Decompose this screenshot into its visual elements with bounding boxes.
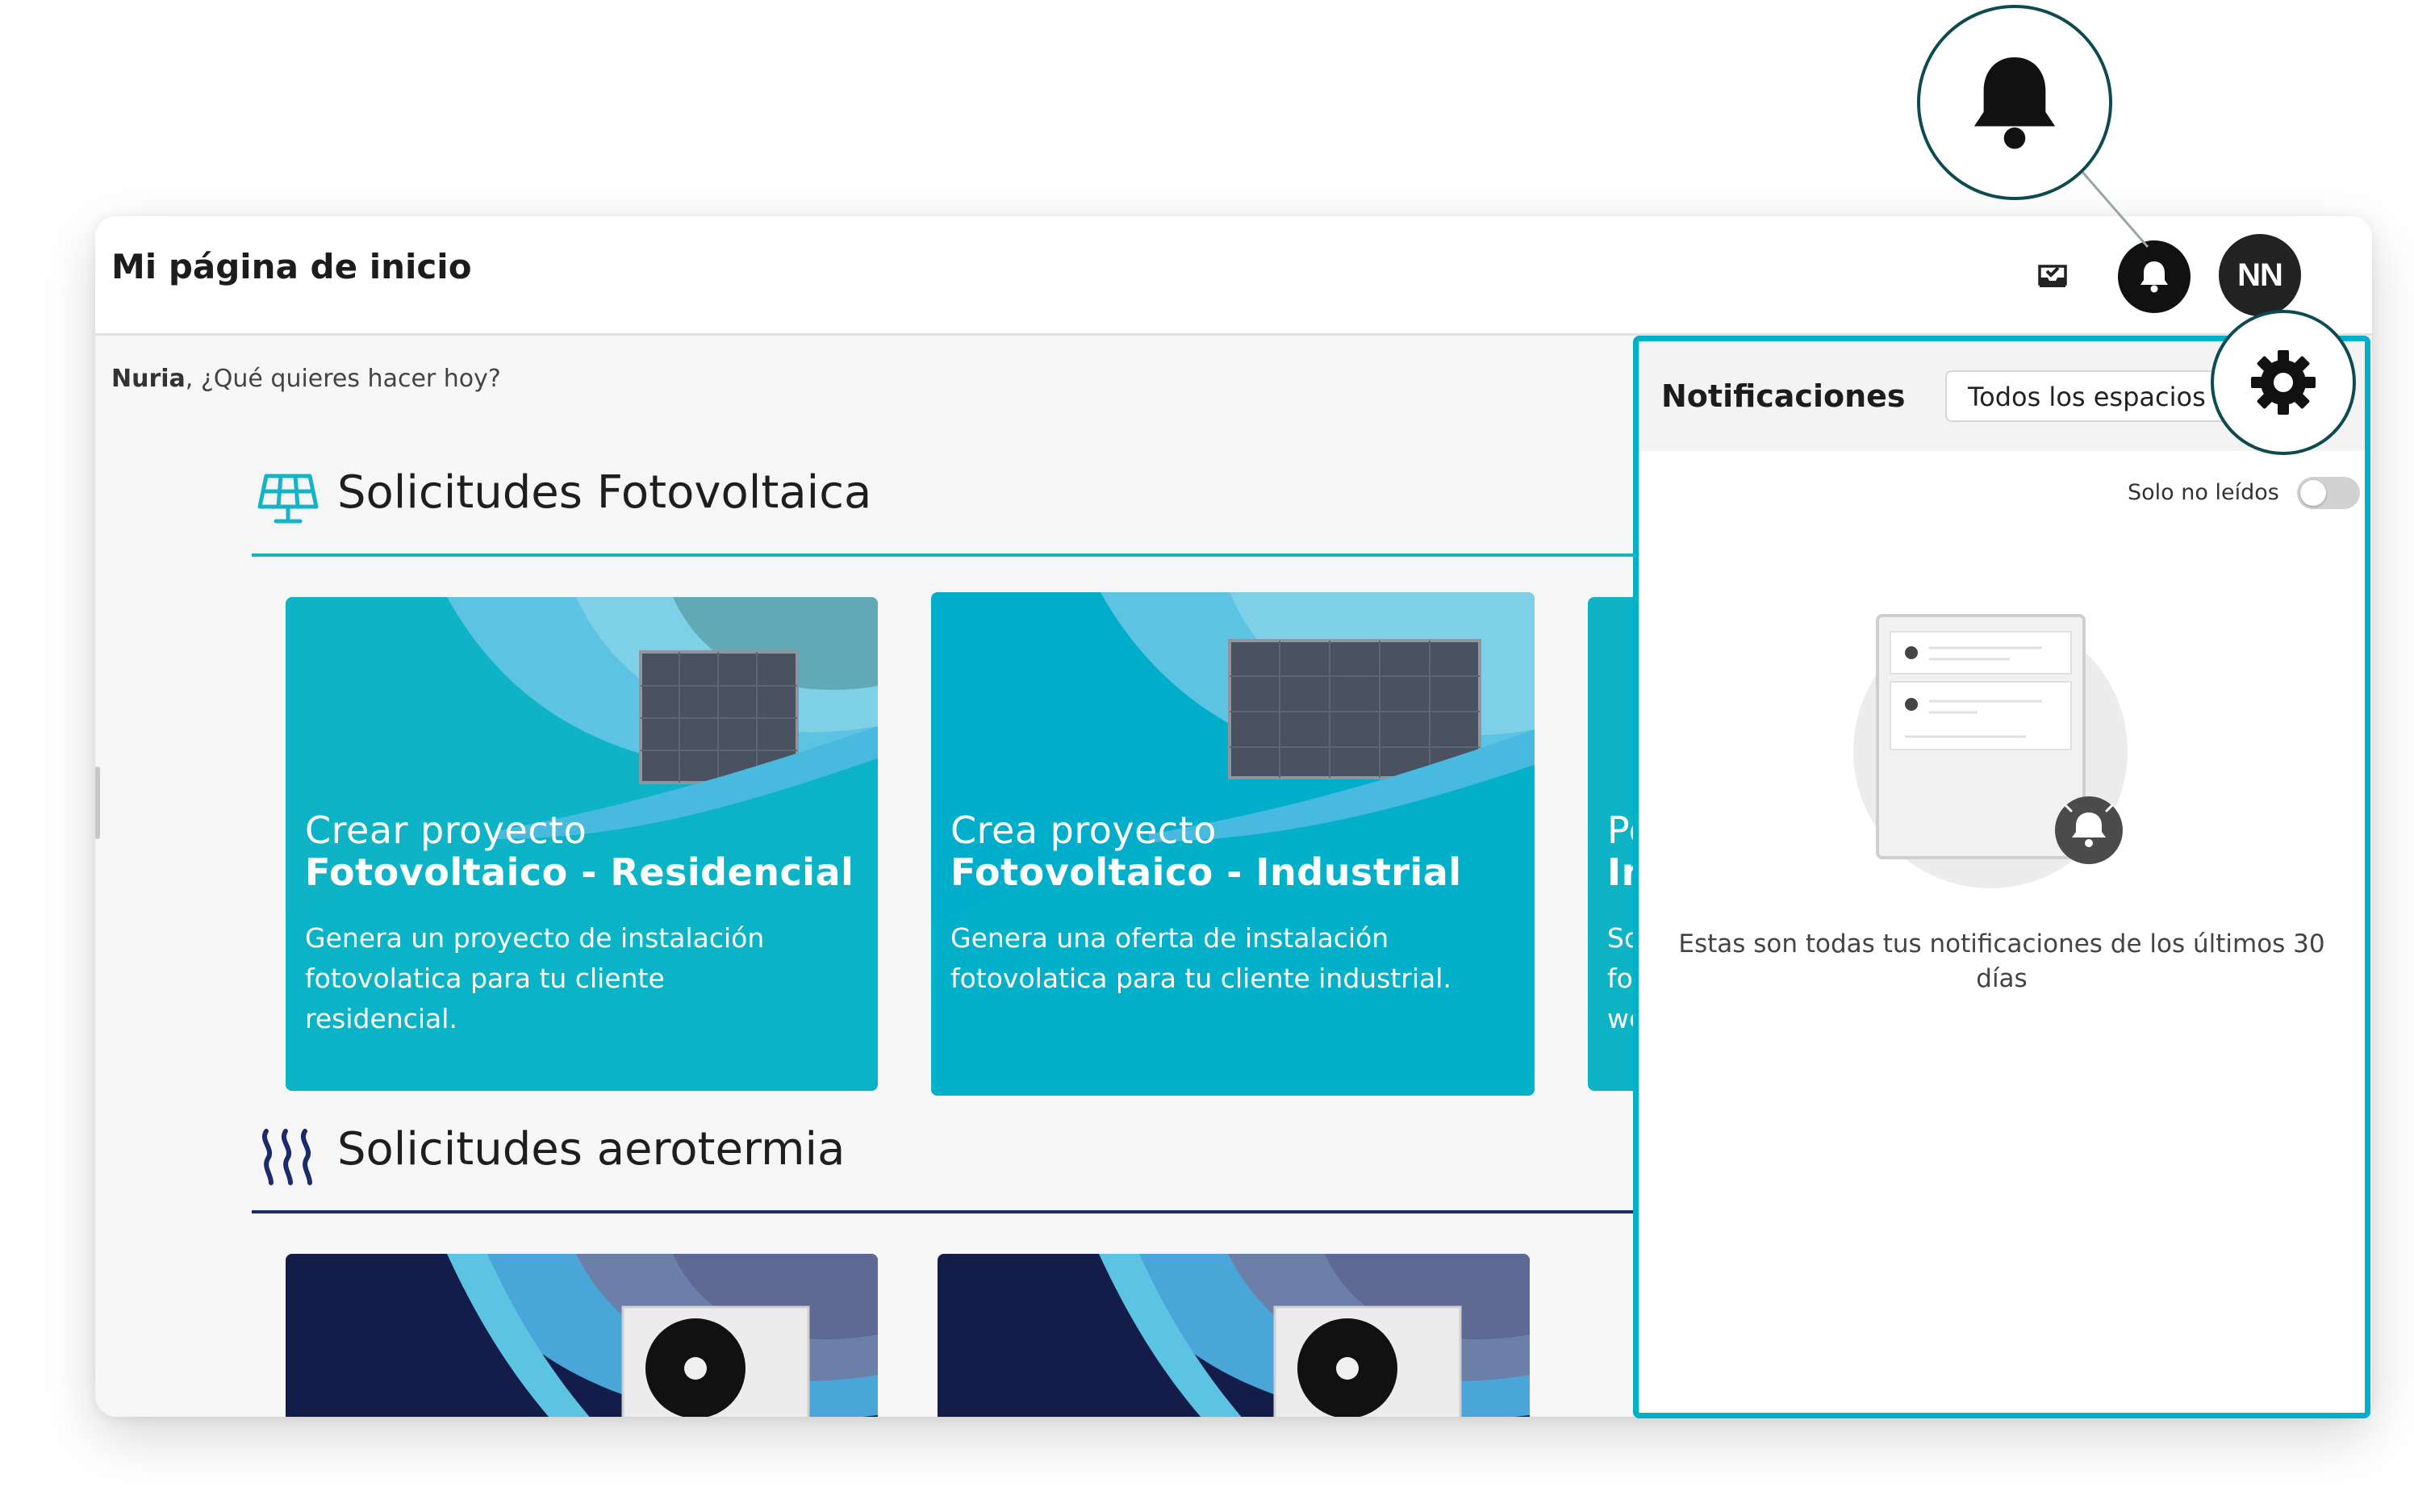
empty-notifications-illustration bbox=[1853, 614, 2128, 888]
bell-icon bbox=[1973, 56, 2056, 149]
greeting: Nuria, ¿Qué quieres hacer hoy? bbox=[111, 365, 501, 393]
top-bar: Mi página de inicio NN bbox=[95, 216, 2372, 336]
card-background bbox=[286, 1254, 878, 1417]
user-avatar[interactable]: NN bbox=[2219, 234, 2301, 316]
notifications-panel: Notificaciones Todos los espacios Solo n… bbox=[1633, 336, 2370, 1418]
section-title-fotovoltaica: Solicitudes Fotovoltaica bbox=[337, 466, 872, 519]
card-background bbox=[938, 1254, 1530, 1417]
gear-icon bbox=[2251, 350, 2316, 415]
greeting-text: , ¿Qué quieres hacer hoy? bbox=[185, 365, 501, 393]
card-title: Crea proyecto bbox=[950, 808, 1217, 852]
card-description: Genera un proyecto de instalación fotovo… bbox=[305, 922, 765, 1034]
card-residencial[interactable]: Crear proyecto Fotovoltaico - Residencia… bbox=[286, 597, 878, 1091]
section-divider bbox=[252, 1210, 1752, 1213]
card-subtitle: Fotovoltaico - Industrial bbox=[950, 850, 1462, 894]
space-filter-select[interactable]: Todos los espacios bbox=[1945, 370, 2252, 422]
notifications-button[interactable] bbox=[2118, 240, 2191, 313]
section-title-aerotermia: Solicitudes aerotermia bbox=[337, 1123, 846, 1176]
section-divider bbox=[252, 553, 1752, 557]
settings-button[interactable] bbox=[2211, 310, 2356, 455]
card-industrial[interactable]: Crea proyecto Fotovoltaico - Industrial … bbox=[931, 592, 1535, 1096]
bell-icon bbox=[2140, 261, 2168, 293]
user-name: Nuria bbox=[111, 365, 186, 393]
sidebar-resize-handle[interactable] bbox=[95, 766, 100, 839]
card-subtitle: Fotovoltaico - Residencial bbox=[305, 850, 854, 894]
inbox-check-icon bbox=[2038, 265, 2067, 287]
unread-only-label: Solo no leídos bbox=[2128, 480, 2279, 505]
toggle-knob bbox=[2300, 480, 2326, 506]
heat-waves-icon bbox=[262, 1129, 312, 1185]
page-title: Mi página de inicio bbox=[111, 247, 472, 286]
notifications-title: Notificaciones bbox=[1661, 378, 1906, 414]
card-description: Genera una oferta de instalación fotovol… bbox=[950, 922, 1451, 994]
empty-notifications-message: Estas son todas tus notificaciones de lo… bbox=[1678, 929, 2325, 993]
tasks-button[interactable] bbox=[2032, 255, 2074, 297]
card-title: Crear proyecto bbox=[305, 808, 587, 852]
solar-panel-icon bbox=[257, 474, 319, 524]
bell-callout bbox=[1917, 5, 2112, 200]
card-aerotermia-2[interactable] bbox=[938, 1254, 1530, 1417]
unread-only-toggle[interactable] bbox=[2297, 477, 2360, 509]
card-aerotermia-1[interactable] bbox=[286, 1254, 878, 1417]
